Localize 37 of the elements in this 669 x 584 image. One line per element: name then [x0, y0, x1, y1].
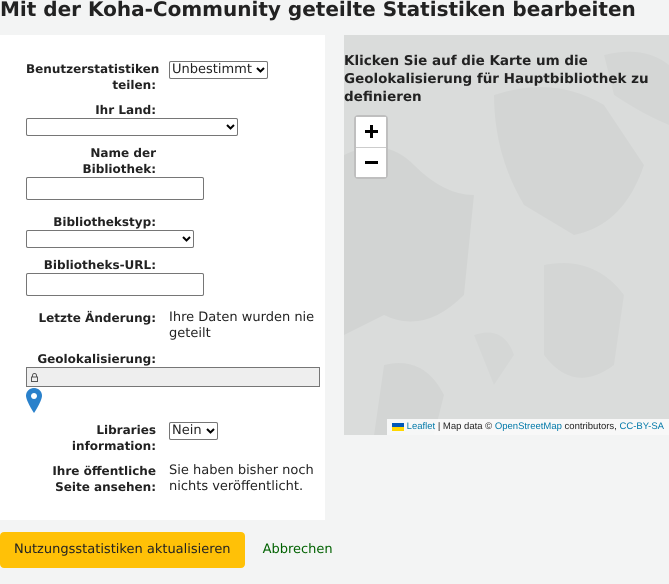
- select-field[interactable]: [26, 230, 194, 248]
- select-field[interactable]: Unbestimmt: [169, 61, 268, 79]
- minus-icon: [364, 160, 378, 164]
- submit-button[interactable]: Nutzungsstatistiken aktualisieren: [0, 532, 245, 568]
- map-marker-icon[interactable]: [26, 388, 42, 413]
- page-title: Mit der Koha-Community geteilte Statistiken bearbeiten: [0, 0, 637, 20]
- field-label: Ihr Land:: [94, 102, 156, 118]
- field-label: Bibliothekstyp:: [52, 214, 156, 230]
- flag-icon: [392, 422, 404, 431]
- plus-icon: [364, 125, 378, 138]
- select-field[interactable]: Nein: [169, 422, 218, 440]
- field-label: Geolokalisierung:: [36, 351, 156, 367]
- attribution-text: contributors,: [564, 420, 618, 434]
- field-value: Ihre Daten wurden nie geteilt: [169, 310, 316, 342]
- caret-icon: [256, 67, 265, 73]
- cancel-link[interactable]: Abbrechen: [262, 540, 333, 560]
- attribution-link[interactable]: OpenStreetMap: [494, 420, 562, 434]
- attribution-link[interactable]: Leaflet: [406, 420, 436, 434]
- field-label: Name der Bibliothek:: [81, 145, 156, 177]
- field-label: Letzte Änderung:: [37, 310, 156, 326]
- attribution-text: | Map data ©: [436, 420, 494, 434]
- caret-icon: [182, 236, 191, 242]
- field-label: Benutzerstatistiken teilen:: [26, 61, 156, 93]
- input-field[interactable]: [26, 367, 320, 387]
- field-label: Ihre öffentliche Seite ansehen:: [51, 463, 156, 495]
- caret-icon: [226, 124, 235, 130]
- input-field[interactable]: [26, 177, 204, 200]
- input-field[interactable]: [26, 273, 204, 296]
- lock-icon: [31, 372, 38, 382]
- field-label: Libraries information:: [70, 422, 156, 454]
- select-field[interactable]: [26, 118, 238, 136]
- field-value: Sie haben bisher noch nichts veröffentlicht.: [169, 463, 315, 495]
- field-label: Bibliotheks-URL:: [42, 257, 156, 273]
- attribution-link[interactable]: CC-BY-SA: [619, 420, 664, 434]
- caret-icon: [206, 428, 215, 434]
- zoom-out-button[interactable]: [356, 146, 386, 177]
- map-instruction: Klicken Sie auf die Karte um die Geolokalisierung für Hauptbibliothek zu definieren: [344, 52, 650, 106]
